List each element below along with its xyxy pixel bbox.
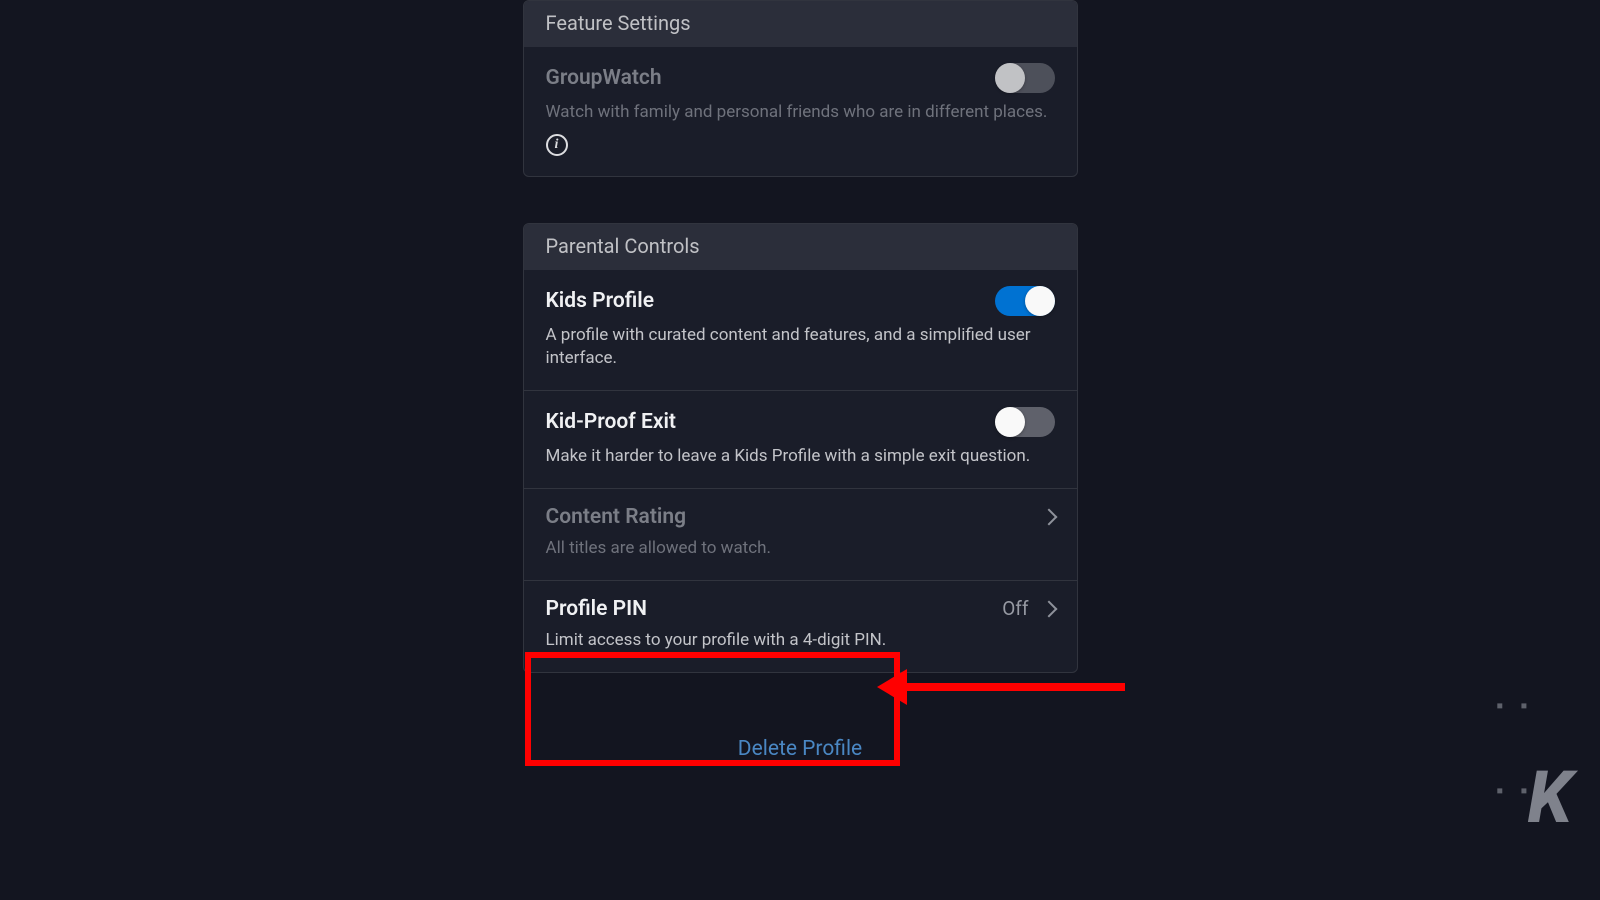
- profile-pin-status: Off: [1002, 597, 1028, 620]
- profile-pin-desc: Limit access to your profile with a 4-di…: [546, 629, 1055, 652]
- profile-pin-title: Profile PIN: [546, 597, 648, 621]
- chevron-right-icon: [1040, 600, 1057, 617]
- watermark: ▪ ▪▪ ▪K: [1496, 670, 1570, 840]
- kids-profile-toggle[interactable]: [995, 286, 1055, 316]
- groupwatch-row: GroupWatch Watch with family and persona…: [524, 47, 1077, 176]
- content-rating-row[interactable]: Content Rating All titles are allowed to…: [524, 489, 1077, 581]
- parental-controls-header: Parental Controls: [524, 224, 1077, 270]
- groupwatch-title: GroupWatch: [546, 66, 662, 90]
- groupwatch-toggle[interactable]: [995, 63, 1055, 93]
- kids-profile-row: Kids Profile A profile with curated cont…: [524, 270, 1077, 391]
- profile-pin-row[interactable]: Profile PIN Off Limit access to your pro…: [524, 581, 1077, 672]
- kid-proof-exit-title: Kid-Proof Exit: [546, 410, 676, 434]
- delete-profile-link[interactable]: Delete Profile: [523, 737, 1078, 761]
- groupwatch-desc: Watch with family and personal friends w…: [546, 101, 1055, 124]
- kid-proof-exit-toggle[interactable]: [995, 407, 1055, 437]
- parental-controls-card: Parental Controls Kids Profile A profile…: [523, 223, 1078, 673]
- kids-profile-desc: A profile with curated content and featu…: [546, 324, 1055, 370]
- feature-settings-card: Feature Settings GroupWatch Watch with f…: [523, 0, 1078, 177]
- content-rating-desc: All titles are allowed to watch.: [546, 537, 1055, 560]
- feature-settings-header: Feature Settings: [524, 1, 1077, 47]
- kid-proof-exit-row: Kid-Proof Exit Make it harder to leave a…: [524, 391, 1077, 489]
- kid-proof-exit-desc: Make it harder to leave a Kids Profile w…: [546, 445, 1055, 468]
- info-icon[interactable]: i: [546, 134, 568, 156]
- kids-profile-title: Kids Profile: [546, 289, 655, 313]
- content-rating-title: Content Rating: [546, 505, 687, 529]
- chevron-right-icon: [1040, 508, 1057, 525]
